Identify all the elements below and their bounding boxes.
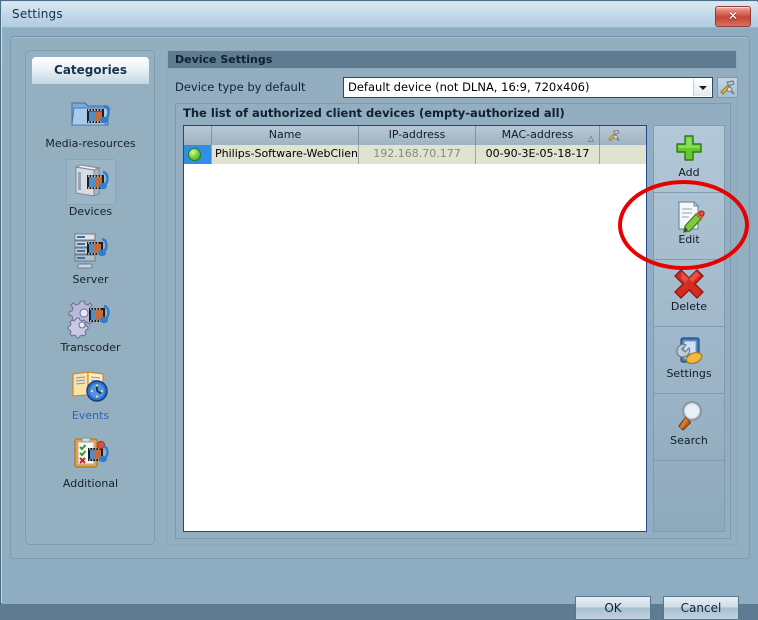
row-name-cell: Philips-Software-WebClient/4.3 — [212, 145, 359, 164]
device-type-combo[interactable]: Default device (not DLNA, 16:9, 720x406) — [343, 77, 713, 98]
events-clock-icon — [67, 364, 115, 408]
device-type-row: Device type by default Default device (n… — [175, 77, 738, 99]
add-button[interactable]: Add — [654, 126, 724, 193]
row-mac-cell: 00-90-3E-05-18-17 — [476, 145, 600, 164]
device-grid-header: Name IP-address MAC-address △ — [184, 126, 646, 146]
main-panel: Categories Media-resources Devices Serve… — [10, 36, 750, 559]
delete-button[interactable]: Delete — [654, 260, 724, 327]
server-icon — [67, 228, 115, 272]
device-list-group: The list of authorized client devices (e… — [175, 103, 731, 539]
device-type-tool-button[interactable] — [717, 77, 738, 98]
client-area: Categories Media-resources Devices Serve… — [2, 28, 758, 620]
device-settings-group: Device Settings Device type by default D… — [167, 50, 738, 545]
column-header-status[interactable] — [184, 126, 212, 145]
device-settings-title: Device Settings — [168, 51, 736, 69]
sidebar-item-label: Media-resources — [45, 137, 136, 150]
red-x-icon — [672, 264, 706, 302]
status-online-icon — [188, 148, 201, 161]
row-tools-cell — [600, 145, 646, 164]
wrench-clipboard-icon — [672, 331, 706, 369]
settings-window: Settings ✕ Categories Media-resources De… — [0, 0, 758, 620]
device-grid[interactable]: Name IP-address MAC-address △ Philips-So… — [183, 125, 647, 532]
close-button[interactable]: ✕ — [715, 6, 751, 27]
sidebar-item-events[interactable]: Events — [32, 364, 149, 422]
sidebar-item-additional[interactable]: Additional — [32, 432, 149, 490]
search-button[interactable]: Search — [654, 394, 724, 461]
sidebar-item-label: Transcoder — [60, 341, 121, 354]
device-type-label: Device type by default — [175, 80, 306, 94]
device-icon — [66, 160, 115, 204]
sidebar-item-transcoder[interactable]: Transcoder — [32, 296, 149, 354]
categories-sidebar: Categories Media-resources Devices Serve… — [25, 50, 155, 545]
title-bar: Settings ✕ — [2, 2, 758, 28]
gears-icon — [67, 296, 115, 340]
clipboard-icon — [67, 432, 115, 476]
sidebar-item-server[interactable]: Server — [32, 228, 149, 286]
column-header-mac[interactable]: MAC-address △ — [476, 126, 600, 145]
device-command-bar: Add Edit Delete Settings Search — [653, 125, 725, 532]
categories-header: Categories — [32, 57, 149, 84]
sidebar-item-label: Additional — [62, 477, 119, 490]
device-list-wrap: Name IP-address MAC-address △ Philips-So… — [183, 125, 725, 532]
sidebar-item-label: Server — [72, 273, 109, 286]
row-status-cell — [184, 145, 212, 164]
hammer-wrench-icon — [608, 129, 620, 142]
column-header-tools[interactable] — [600, 126, 628, 145]
plus-icon — [672, 130, 706, 168]
sidebar-item-media-resources[interactable]: Media-resources — [32, 92, 149, 150]
close-icon: ✕ — [727, 9, 739, 23]
cancel-button[interactable]: Cancel — [663, 596, 739, 620]
device-list-title: The list of authorized client devices (e… — [183, 106, 565, 120]
magnifier-icon — [672, 398, 706, 436]
chevron-down-icon[interactable] — [693, 79, 711, 96]
row-ip-cell: 192.168.70.177 — [359, 145, 476, 164]
column-header-ip[interactable]: IP-address — [359, 126, 476, 145]
device-type-value: Default device (not DLNA, 16:9, 720x406) — [348, 80, 590, 94]
sidebar-item-devices[interactable]: Devices — [32, 160, 149, 218]
settings-button[interactable]: Settings — [654, 327, 724, 394]
categories-list: Media-resources Devices Server Transcode… — [32, 84, 149, 539]
pencil-document-icon — [672, 197, 706, 235]
sidebar-item-label: Events — [71, 409, 110, 422]
media-folder-icon — [67, 92, 115, 136]
column-header-name[interactable]: Name — [212, 126, 359, 145]
edit-button[interactable]: Edit — [654, 193, 724, 260]
ok-button[interactable]: OK — [575, 596, 651, 620]
hammer-wrench-icon — [720, 80, 735, 95]
table-row[interactable]: Philips-Software-WebClient/4.3 192.168.7… — [184, 145, 646, 164]
window-title: Settings — [12, 7, 63, 21]
column-header-mac-label: MAC-address — [501, 128, 574, 141]
sidebar-item-label: Devices — [68, 205, 113, 218]
